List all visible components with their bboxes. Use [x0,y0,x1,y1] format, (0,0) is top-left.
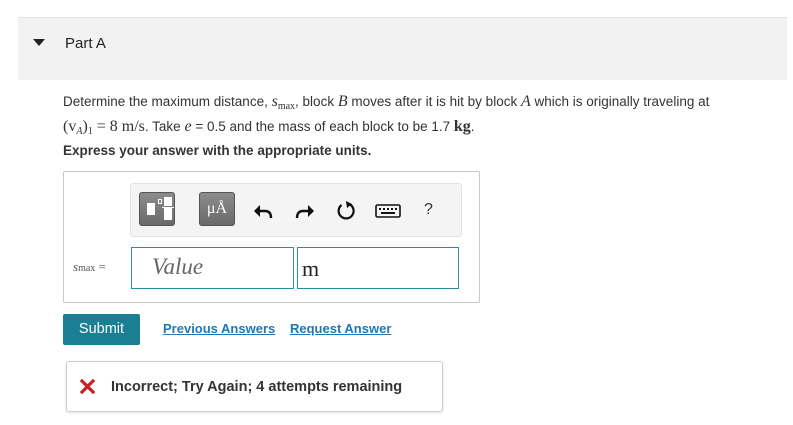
units-button[interactable]: μÅ [199,192,235,226]
value-input[interactable]: Value [131,247,294,289]
question-text: Determine the maximum distance, smax, bl… [63,93,710,137]
help-icon[interactable]: ? [424,201,433,219]
unit-input[interactable]: m [297,247,459,289]
answer-instruction: Express your answer with the appropriate… [63,143,372,158]
previous-answers-link[interactable]: Previous Answers [163,321,275,336]
undo-icon[interactable] [252,200,274,222]
request-answer-link[interactable]: Request Answer [290,321,391,336]
redo-icon[interactable] [294,200,316,222]
keyboard-icon[interactable] [375,200,401,222]
templates-icon[interactable] [139,192,175,226]
x-icon [80,379,95,394]
part-title: Part A [65,35,106,52]
answer-variable-label: smax = [73,259,106,274]
feedback-text: Incorrect; Try Again; 4 attempts remaini… [111,379,403,395]
reset-icon[interactable] [335,200,357,222]
collapse-caret-icon[interactable] [33,39,45,46]
submit-button[interactable]: Submit [63,314,140,345]
part-header[interactable] [18,17,787,80]
